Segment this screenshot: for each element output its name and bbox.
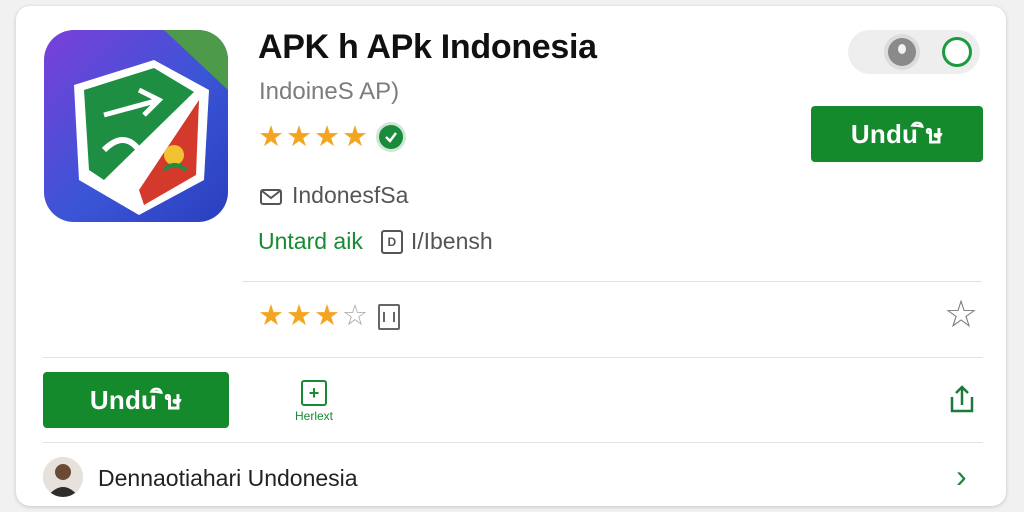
category-label[interactable]: Untard aik (258, 228, 363, 255)
favorite-star-icon[interactable]: ☆ (944, 296, 978, 334)
developer-row[interactable]: IndonesfSa (260, 182, 408, 209)
avatar (43, 457, 83, 497)
secondary-rating-stars: ★ ★ ★ ☆ (258, 302, 368, 331)
chevron-right-icon[interactable]: › (956, 460, 967, 492)
divider (43, 357, 983, 358)
star-icon: ★ (314, 120, 340, 153)
document-icon: D (380, 229, 403, 254)
star-icon: ★ (258, 120, 284, 153)
download-button-primary[interactable]: Undu ิษ (811, 106, 983, 162)
divider (242, 281, 982, 282)
developer-name: IndonesfSa (292, 182, 409, 208)
app-title: APK h APk Indonesia (258, 28, 597, 66)
divider (43, 442, 983, 443)
toggle-switch[interactable] (848, 30, 980, 74)
verified-icon (376, 122, 406, 152)
meta-label: I/Ibensh (410, 228, 493, 254)
add-icon: + (301, 380, 327, 406)
app-rating: ★ ★ ★ ★ (258, 122, 406, 152)
footer-developer-link[interactable]: Dennaotiahari Undonesia (98, 465, 358, 492)
star-icon: ★ (258, 300, 284, 332)
app-subtitle: IndoineS AP) (259, 78, 400, 105)
star-icon: ★ (342, 120, 368, 153)
secondary-rating: ★ ★ ★ ☆ (258, 302, 400, 331)
grid-icon (378, 303, 400, 330)
star-icon: ★ (314, 300, 340, 332)
toggle-knob (888, 38, 916, 66)
share-icon[interactable] (946, 383, 978, 415)
download-button-secondary[interactable]: Undu ิษ (43, 372, 229, 428)
app-logo-icon (44, 30, 228, 222)
mail-icon (260, 186, 282, 206)
app-card: APK h APk Indonesia IndoineS AP) ★ ★ ★ ★ In… (16, 6, 1006, 506)
star-icon: ★ (286, 120, 312, 153)
category-row: Untard aik D I/Ibensh (258, 228, 493, 255)
toggle-ring-icon (942, 37, 972, 67)
new-item-label: Herlext (294, 409, 333, 423)
new-item-button[interactable]: + Herlext (284, 380, 344, 423)
star-icon: ★ (286, 300, 312, 332)
rating-stars: ★ ★ ★ ★ (258, 120, 368, 153)
star-icon: ☆ (342, 300, 368, 332)
